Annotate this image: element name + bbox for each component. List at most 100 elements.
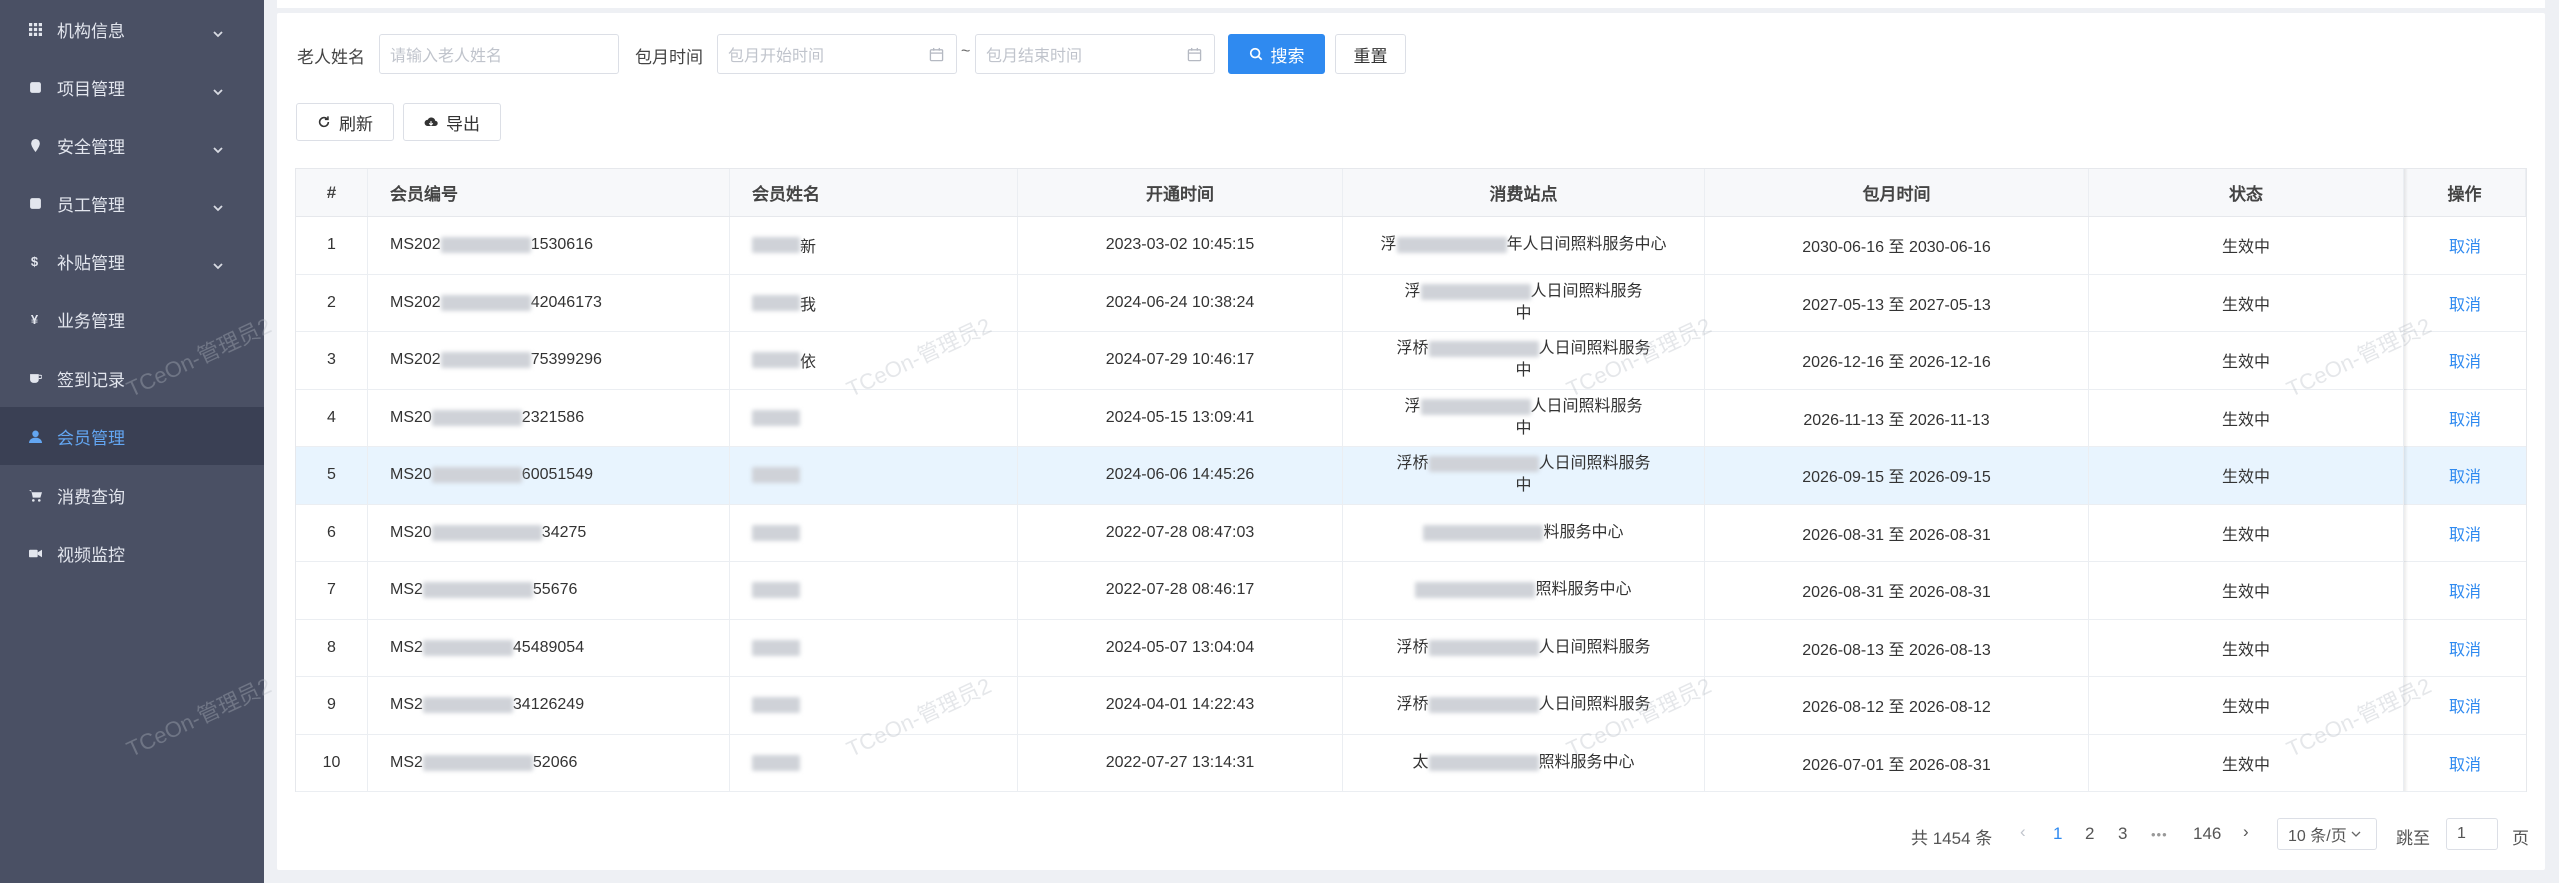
sidebar: 机构信息 项目管理 安全管理 员工管理 $ 补贴管理 ¥ 业务管理 签到记录 会员管理消费查询视频… [0,0,264,883]
station-suffix: 照料服务中心 [1538,753,1635,771]
cell-station: 照料服务中心 [1343,562,1705,619]
goto-page-input[interactable]: 1 [2446,818,2498,850]
open-time: 2022-07-28 08:46:17 [1105,581,1255,599]
cell-open-time: 2024-06-06 14:45:26 [1018,447,1343,504]
station-prefix: 太 [1412,753,1429,771]
cell-index: 6 [296,504,368,561]
cancel-link[interactable]: 取消 [2449,406,2481,430]
end-date-input[interactable]: 包月结束时间 [975,34,1215,74]
goto-page-value: 1 [2457,825,2466,842]
export-button-label: 导出 [446,114,480,134]
cancel-link[interactable]: 取消 [2449,693,2481,717]
header-col-status: 状态 [2089,169,2404,216]
fixed-column-shadow [2404,169,2408,791]
cancel-link[interactable]: 取消 [2449,233,2481,257]
station-text: 料服务中心 [1423,522,1624,544]
cancel-link[interactable]: 取消 [2449,291,2481,315]
sidebar-item-label: 消费查询 [57,487,125,507]
open-time: 2024-05-15 13:09:41 [1105,408,1255,426]
station-prefix: 浮桥 [1396,340,1429,358]
cell-open-time: 2024-05-15 13:09:41 [1018,389,1343,446]
cancel-link[interactable]: 取消 [2449,578,2481,602]
redacted-text [440,352,531,369]
station-suffix: 人日间照料服务 [1530,397,1643,415]
table-row[interactable]: 1 MS202 1530616 新 2023-03-02 10:45:15 浮 年人日间照料… [296,217,2526,275]
sidebar-item-7[interactable]: 会员管理 [0,407,264,465]
pagination-ellipsis[interactable]: ••• [2151,827,2168,842]
yen-icon: ¥ [29,313,51,326]
cell-month-range: 2027-05-13 至 2027-05-13 [1705,274,2089,331]
cell-status: 生效中 [2089,562,2404,619]
cell-action: 取消 [2404,735,2526,792]
cancel-link[interactable]: 取消 [2449,463,2481,487]
table-row[interactable]: 6 MS20 34275 2022-07-28 08:47:03 料服务中心 2026-0… [296,504,2526,562]
member-id-suffix: 34126249 [512,696,585,714]
station-prefix: 浮桥 [1396,638,1429,656]
row-index: 10 [322,753,341,771]
sidebar-item-1[interactable]: 项目管理 [0,58,264,116]
member-name-end: 依 [800,354,817,372]
cancel-link[interactable]: 取消 [2449,751,2481,775]
table-row[interactable]: 8 MS2 45489054 2024-05-07 13:04:04 浮桥 人日间照料服务… [296,619,2526,677]
table-row[interactable]: 5 MS20 60051549 2024-06-06 14:45:26 浮桥 人日间照料服… [296,447,2526,505]
table-row[interactable]: 4 MS20 2321586 2024-05-15 13:09:41 浮 人日间照料服务中… [296,389,2526,447]
sidebar-item-2[interactable]: 安全管理 [0,116,264,174]
page-1[interactable]: 1 [2053,824,2062,844]
redacted-text [1415,582,1536,599]
sidebar-item-9[interactable]: 视频监控 [0,524,264,582]
cell-action: 取消 [2404,332,2526,389]
cancel-link[interactable]: 取消 [2449,636,2481,660]
cell-status: 生效中 [2089,734,2404,791]
sidebar-item-4[interactable]: $ 补贴管理 [0,232,264,290]
elder-name-input[interactable]: 请输入老人姓名 [379,34,619,74]
refresh-button[interactable]: 刷新 [296,103,394,141]
reset-button[interactable]: 重置 [1335,34,1406,74]
member-id-prefix: MS202 [390,293,441,311]
station-suffix: 照料服务中心 [1535,581,1632,599]
table-row[interactable]: 10 MS2 52066 2022-07-27 13:14:31 太 照料服务中心 2026… [296,734,2526,792]
sidebar-item-label: 视频监控 [57,545,125,565]
station-text: 浮桥 人日间照料服务中 [1396,338,1650,382]
sidebar-item-6[interactable]: 签到记录 [0,349,264,407]
table-row[interactable]: 9 MS2 34126249 2024-04-01 14:22:43 浮桥 人日间照料服务… [296,677,2526,735]
cell-member-id: MS2 45489054 [368,619,730,676]
cancel-link[interactable]: 取消 [2449,521,2481,545]
cell-station: 浮 年人日间照料服务中心 [1343,217,1705,274]
table-row[interactable]: 7 MS2 55676 2022-07-28 08:46:17 照料服务中心 2026-0… [296,562,2526,620]
next-page-button[interactable]: › [2243,822,2249,842]
open-time: 2022-07-27 13:14:31 [1105,753,1255,771]
page-size-select[interactable]: 10 条/页 [2277,818,2377,850]
redacted-text [1423,524,1544,541]
row-index: 5 [327,466,336,484]
month-range: 2026-12-16 至 2026-12-16 [1802,354,1991,372]
redacted-text [752,467,800,484]
cell-open-time: 2022-07-28 08:46:17 [1018,562,1343,619]
prev-page-button[interactable]: ‹ [2020,822,2026,842]
redacted-text [1428,754,1539,771]
cell-status: 生效中 [2089,504,2404,561]
page-last[interactable]: 146 [2193,824,2221,844]
table-row[interactable]: 2 MS202 42046173 我 2024-06-24 10:38:24 浮 人日间照料… [296,274,2526,332]
sidebar-item-5[interactable]: ¥ 业务管理 [0,290,264,348]
cell-station: 浮桥 人日间照料服务 [1343,677,1705,734]
redacted-text [752,524,800,541]
member-id-prefix: MS20 [390,466,432,484]
page-3[interactable]: 3 [2118,824,2127,844]
search-button[interactable]: 搜索 [1228,34,1325,74]
start-date-input[interactable]: 包月开始时间 [717,34,957,74]
cell-member-name [730,562,1018,619]
page-2[interactable]: 2 [2085,824,2094,844]
station-wrap: 中 [1515,304,1532,322]
sidebar-item-3[interactable]: 员工管理 [0,174,264,232]
station-wrap: 中 [1515,419,1532,437]
redacted-text [1420,283,1531,300]
sidebar-item-0[interactable]: 机构信息 [0,0,264,58]
sidebar-item-8[interactable]: 消费查询 [0,466,264,524]
cancel-link[interactable]: 取消 [2449,348,2481,372]
member-id-suffix: 1530616 [530,236,593,254]
cell-action: 取消 [2404,505,2526,562]
top-strip [277,0,2545,8]
table-row[interactable]: 3 MS202 75399296 依 2024-07-29 10:46:17 浮桥 人日间照… [296,332,2526,390]
export-button[interactable]: 导出 [403,103,501,141]
cell-status: 生效中 [2089,677,2404,734]
